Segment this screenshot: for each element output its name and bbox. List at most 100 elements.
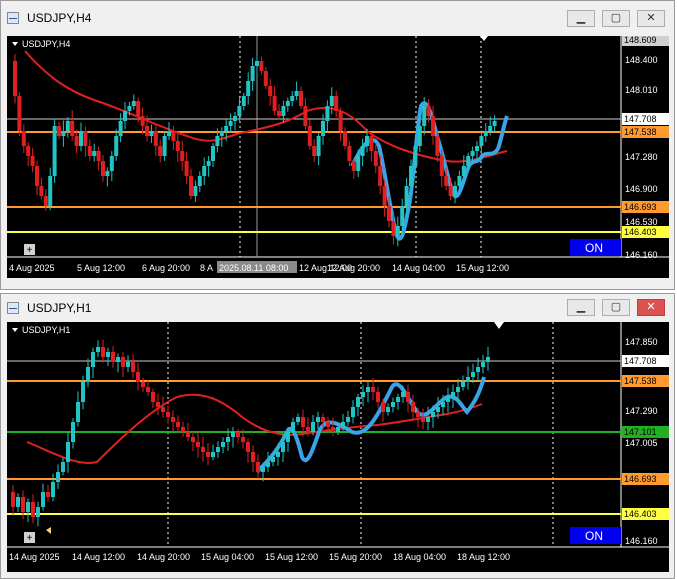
candle-body	[215, 136, 220, 146]
window-titlebar[interactable]: USDJPY,H4 ▁ ▢ ✕	[1, 1, 674, 33]
chart-window-h1[interactable]: USDJPY,H1 ▁ ▢ ✕ USDJPY,H1 + ON 147.850 1…	[0, 293, 675, 579]
candle-body	[92, 151, 97, 156]
candle-body	[79, 131, 83, 146]
candle-body	[347, 146, 352, 161]
candle-body	[391, 402, 395, 407]
minimize-icon[interactable]: ▁	[567, 299, 595, 316]
minimize-icon[interactable]: ▁	[567, 10, 595, 27]
price-label: 147.708	[624, 114, 657, 124]
price-label: 147.538	[624, 127, 657, 137]
chart-area[interactable]: USDJPY,H1 + ON 147.850 147.708 147.538 1…	[7, 322, 669, 572]
restore-icon[interactable]: ▢	[602, 299, 630, 316]
candle-body	[48, 176, 53, 206]
candle-body	[475, 146, 479, 151]
candle-body	[346, 417, 350, 422]
candle-body	[233, 116, 237, 121]
candle-body	[431, 116, 435, 136]
candles	[13, 54, 497, 247]
candle-body	[286, 432, 290, 442]
price-label: 146.403	[624, 509, 657, 519]
candle-body	[136, 372, 140, 382]
candle-body	[87, 146, 92, 156]
candle-body	[116, 357, 120, 362]
candle-body	[83, 131, 88, 146]
candle-body	[206, 452, 210, 457]
chart-menu-triangle[interactable]	[12, 328, 18, 332]
candle-body	[255, 61, 259, 66]
candle-body	[167, 131, 171, 136]
candle-body	[404, 186, 409, 206]
candle-body	[356, 397, 360, 407]
candle-body	[86, 367, 90, 382]
candle-body	[246, 81, 251, 96]
candle-body	[416, 412, 420, 417]
candle-body	[123, 111, 127, 121]
candle-body	[492, 121, 497, 126]
price-label: 146.403	[624, 227, 657, 237]
price-label: 148.609	[624, 36, 657, 45]
candle-body	[382, 186, 387, 206]
candle-body	[261, 467, 265, 472]
candle-body	[299, 91, 303, 106]
candle-body	[17, 96, 22, 131]
time-label: 4 Aug 2025	[9, 263, 55, 273]
candle-body	[241, 437, 245, 442]
candle-body	[479, 136, 484, 146]
price-label: 147.290	[625, 406, 658, 416]
candle-body	[285, 101, 290, 106]
candle-body	[331, 427, 335, 432]
close-icon[interactable]: ✕	[637, 299, 665, 316]
candle-body	[336, 427, 340, 432]
chart-canvas[interactable]: USDJPY,H1 + ON 147.850 147.708 147.538 1…	[7, 322, 669, 572]
candle-body	[13, 61, 17, 96]
candle-body	[145, 126, 149, 136]
candle-body	[466, 377, 470, 382]
candle-body	[43, 196, 48, 206]
time-label: 15 Aug 12:00	[456, 263, 509, 273]
candle-body	[11, 492, 15, 507]
candle-body	[466, 156, 471, 166]
chart-window-icon	[7, 302, 19, 314]
candle-body	[281, 106, 286, 116]
price-label: 148.010	[625, 85, 658, 95]
candle-body	[409, 166, 413, 186]
candle-body	[373, 151, 378, 166]
candle-body	[444, 176, 449, 186]
candle-body	[216, 447, 220, 452]
candle-body	[175, 141, 180, 151]
candle-body	[30, 156, 35, 166]
candle-body	[329, 96, 334, 106]
restore-icon[interactable]: ▢	[602, 10, 630, 27]
candle-body	[141, 382, 145, 387]
candle-body	[61, 131, 66, 136]
candle-body	[184, 161, 189, 176]
candle-body	[251, 452, 255, 462]
candle-body	[96, 347, 100, 352]
candle-body	[250, 66, 255, 81]
price-label: 146.900	[625, 184, 658, 194]
candle-body	[312, 146, 317, 156]
close-icon[interactable]: ✕	[637, 10, 665, 27]
chart-canvas[interactable]: USDJPY,H4 + ON 148.609 148.400 148.010 1…	[7, 36, 669, 278]
candle-body	[311, 422, 315, 432]
plus-icon[interactable]: +	[27, 245, 33, 256]
chart-window-h4[interactable]: USDJPY,H4 ▁ ▢ ✕ USDJPY,H4 + ON 148.609 1…	[0, 0, 675, 290]
shift-marker[interactable]	[480, 36, 488, 41]
shift-marker[interactable]	[494, 322, 504, 329]
chart-symbol-label: USDJPY,H1	[22, 325, 70, 335]
plus-icon[interactable]: +	[27, 533, 33, 544]
time-label: 8 A	[200, 263, 213, 273]
chart-area[interactable]: USDJPY,H4 + ON 148.609 148.400 148.010 1…	[7, 36, 669, 278]
candle-body	[16, 497, 20, 507]
candle-body	[457, 176, 462, 186]
candle-body	[46, 492, 50, 497]
time-label: 15 Aug 20:00	[329, 552, 382, 562]
candle-body	[228, 121, 233, 126]
window-title: USDJPY,H4	[27, 11, 92, 25]
price-label: 146.160	[625, 536, 658, 546]
chart-menu-triangle[interactable]	[12, 42, 18, 46]
candle-body	[256, 462, 260, 472]
candle-body	[290, 96, 295, 101]
candle-body	[356, 156, 361, 171]
candle-body	[422, 106, 427, 126]
